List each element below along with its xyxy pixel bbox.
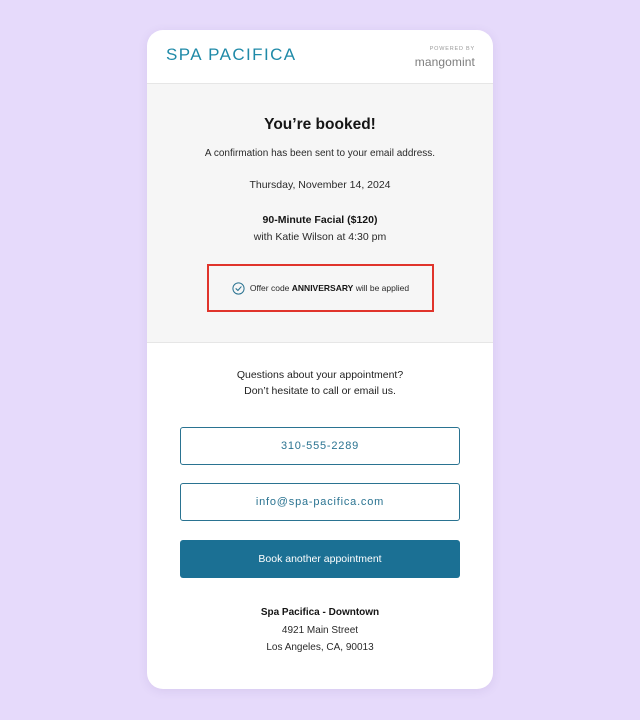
powered-by: POWERED BY mangomint [415, 46, 475, 71]
confirmation-panel: You’re booked! A confirmation has been s… [147, 84, 493, 343]
offer-code-notice: Offer code ANNIVERSARY will be applied [207, 264, 434, 312]
service-name: 90-Minute Facial ($120) [262, 214, 378, 226]
appointment-date: Thursday, November 14, 2024 [249, 179, 391, 191]
contact-hint: Don’t hesitate to call or email us. [244, 385, 396, 397]
contact-question: Questions about your appointment? [236, 369, 404, 381]
offer-code: ANNIVERSARY [291, 283, 354, 293]
check-circle-icon [232, 281, 245, 295]
provider-time: with Katie Wilson at 4:30 pm [253, 231, 387, 243]
contact-section: Questions about your appointment? Don’t … [147, 343, 493, 688]
powered-by-label: POWERED BY [429, 46, 475, 52]
location-name: Spa Pacifica - Downtown [260, 607, 380, 618]
page-title: You’re booked! [264, 116, 376, 133]
offer-text: Offer code ANNIVERSARY will be applied [250, 283, 409, 293]
call-phone-button[interactable]: 310-555-2289 [180, 427, 460, 465]
offer-suffix: will be applied [353, 283, 410, 293]
email-button[interactable]: info@spa-pacifica.com [180, 483, 460, 521]
offer-prefix: Offer code [249, 283, 292, 293]
confirmation-message: A confirmation has been sent to your ema… [204, 148, 436, 159]
booking-card: SPA PACIFICA POWERED BY mangomint You’re… [147, 30, 493, 689]
book-another-button[interactable]: Book another appointment [180, 540, 460, 578]
spa-logo: SPA PACIFICA [166, 45, 297, 64]
card-header: SPA PACIFICA POWERED BY mangomint [147, 30, 493, 84]
location-city: Los Angeles, CA, 90013 [266, 642, 374, 653]
location-street: 4921 Main Street [281, 625, 359, 636]
platform-logo: mangomint [414, 55, 475, 69]
